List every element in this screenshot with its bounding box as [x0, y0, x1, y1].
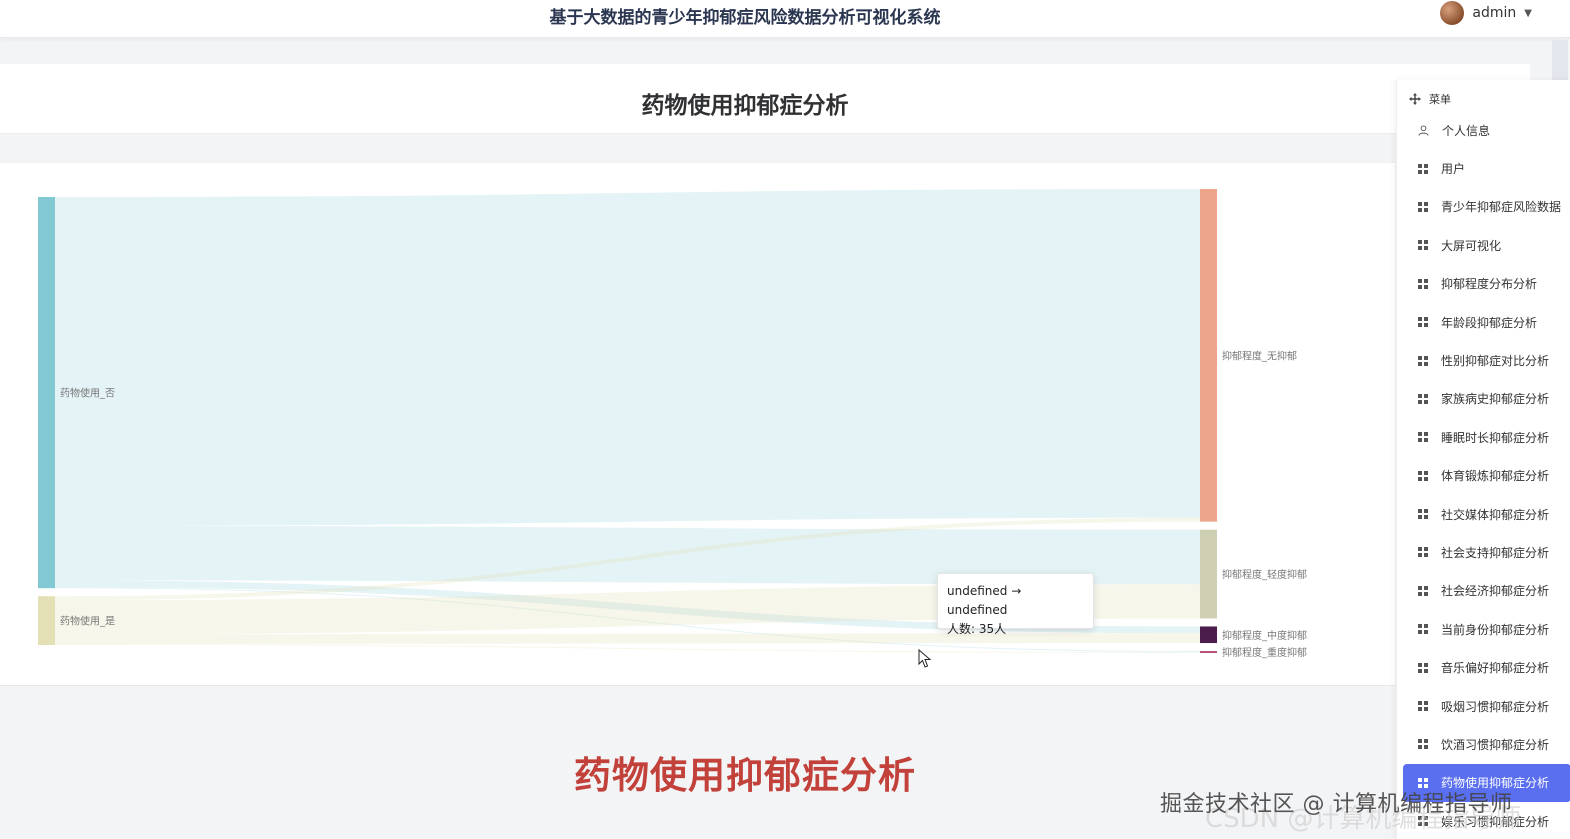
- sankey-node-1[interactable]: [38, 596, 55, 645]
- sidebar-item-label: 饮酒习惯抑郁症分析: [1441, 737, 1550, 752]
- grid-icon: [1418, 662, 1428, 673]
- avatar[interactable]: [1440, 1, 1465, 25]
- tooltip-flow: undefined → undefined: [947, 584, 1022, 617]
- sidebar-item-label: 个人信息: [1442, 123, 1491, 138]
- menu-header-label: 菜单: [1429, 93, 1451, 106]
- grid-icon: [1418, 393, 1428, 404]
- sidebar-item-label: 性别抑郁症对比分析: [1441, 354, 1550, 369]
- sankey-node-label: 抑郁程度_中度抑郁: [1222, 629, 1307, 642]
- chart-tooltip: undefined → undefined 人数: 35人: [937, 573, 1094, 636]
- sidebar-item-label: 睡眠时长抑郁症分析: [1441, 430, 1550, 445]
- sidebar-item-label: 吸烟习惯抑郁症分析: [1441, 699, 1550, 714]
- sankey-node-3[interactable]: [1200, 529, 1217, 619]
- sankey-link-0[interactable]: [55, 189, 1200, 526]
- user-icon: [1418, 125, 1429, 136]
- page-title: 药物使用抑郁症分析: [641, 93, 849, 119]
- grid-icon: [1418, 470, 1428, 481]
- scrollbar[interactable]: [1552, 40, 1568, 80]
- sankey-chart[interactable]: 药物使用_否药物使用_是 抑郁程度_无抑郁抑郁程度_轻度抑郁抑郁程度_中度抑郁抑郁…: [0, 163, 1395, 687]
- top-bar: 基于大数据的青少年抑郁症风险数据分析可视化系统 admin ▼: [0, 0, 1570, 38]
- grid-icon: [1418, 509, 1428, 520]
- sidebar-item-label: 音乐偏好抑郁症分析: [1441, 661, 1550, 676]
- sidebar-item-7[interactable]: 家族病史抑郁症分析: [1397, 380, 1570, 418]
- grid-icon: [1418, 701, 1428, 712]
- grid-icon: [1418, 163, 1428, 174]
- sidebar-item-label: 社会支持抑郁症分析: [1441, 545, 1550, 560]
- sidebar-item-label: 青少年抑郁症风险数据: [1441, 200, 1562, 215]
- caret-down-icon[interactable]: ▼: [1524, 8, 1532, 19]
- sankey-node-label: 抑郁程度_重度抑郁: [1222, 646, 1307, 659]
- sankey-node-2[interactable]: [1200, 189, 1217, 522]
- sankey-node-label: 药物使用_是: [60, 615, 115, 628]
- sankey-node-label: 抑郁程度_轻度抑郁: [1222, 568, 1307, 581]
- sidebar-item-label: 家族病史抑郁症分析: [1441, 392, 1550, 407]
- sankey-node-4[interactable]: [1200, 626, 1217, 644]
- mouse-cursor-icon: [918, 649, 932, 668]
- sankey-node-0[interactable]: [38, 197, 55, 589]
- sankey-node-5[interactable]: [1200, 651, 1217, 653]
- user-menu[interactable]: admin ▼: [1440, 1, 1532, 25]
- sidebar-item-8[interactable]: 睡眠时长抑郁症分析: [1397, 418, 1570, 456]
- sidebar-item-15[interactable]: 吸烟习惯抑郁症分析: [1397, 687, 1570, 725]
- sankey-node-label: 抑郁程度_无抑郁: [1222, 349, 1297, 362]
- sankey-node-label: 药物使用_否: [60, 387, 115, 400]
- sidebar-item-label: 抑郁程度分布分析: [1441, 277, 1538, 292]
- sidebar-item-label: 大屏可视化: [1441, 238, 1502, 253]
- grid-icon: [1418, 201, 1428, 212]
- sidebar-item-2[interactable]: 青少年抑郁症风险数据: [1397, 188, 1570, 226]
- move-icon: [1409, 93, 1421, 105]
- sidebar-item-1[interactable]: 用户: [1397, 149, 1570, 187]
- sidebar-item-label: 社交媒体抑郁症分析: [1441, 507, 1550, 522]
- sidebar-item-label: 年龄段抑郁症分析: [1441, 315, 1538, 330]
- username[interactable]: admin: [1472, 5, 1516, 21]
- grid-icon: [1418, 278, 1428, 289]
- video-caption: 药物使用抑郁症分析: [574, 754, 916, 797]
- sidebar-item-0[interactable]: 个人信息: [1397, 111, 1570, 149]
- sidebar-item-5[interactable]: 年龄段抑郁症分析: [1397, 303, 1570, 341]
- sidebar-item-13[interactable]: 当前身份抑郁症分析: [1397, 610, 1570, 648]
- grid-icon: [1418, 317, 1428, 328]
- sidebar-item-11[interactable]: 社会支持抑郁症分析: [1397, 533, 1570, 571]
- sidebar-item-4[interactable]: 抑郁程度分布分析: [1397, 265, 1570, 303]
- sidebar-item-label: 用户: [1441, 162, 1466, 177]
- grid-icon: [1418, 547, 1428, 558]
- sidebar-item-9[interactable]: 体育锻炼抑郁症分析: [1397, 457, 1570, 495]
- grid-icon: [1418, 240, 1428, 251]
- sidebar-item-16[interactable]: 饮酒习惯抑郁症分析: [1397, 725, 1570, 763]
- tooltip-value: 人数: 35人: [947, 622, 1007, 636]
- title-card: 药物使用抑郁症分析: [0, 64, 1530, 134]
- sidebar-item-6[interactable]: 性别抑郁症对比分析: [1397, 341, 1570, 379]
- sidebar-item-12[interactable]: 社会经济抑郁症分析: [1397, 572, 1570, 610]
- app-title: 基于大数据的青少年抑郁症风险数据分析可视化系统: [549, 8, 941, 28]
- grid-icon: [1418, 585, 1428, 596]
- grid-icon: [1418, 624, 1428, 635]
- menu-list: 个人信息用户青少年抑郁症风险数据 大屏可视化抑郁程度分布分析 年龄段抑郁症分析 性别抑…: [1397, 111, 1570, 839]
- sankey-link-7[interactable]: [55, 644, 1200, 653]
- sidebar-item-label: 体育锻炼抑郁症分析: [1441, 469, 1550, 484]
- sidebar-item-10[interactable]: 社交媒体抑郁症分析: [1397, 495, 1570, 533]
- sidebar-item-14[interactable]: 音乐偏好抑郁症分析: [1397, 648, 1570, 686]
- grid-icon: [1418, 739, 1428, 750]
- watermark: 掘金技术社区 @ 计算机编程指导师: [1160, 792, 1513, 817]
- sidebar-item-label: 当前身份抑郁症分析: [1441, 622, 1550, 637]
- chart-card: 药物使用_否 药物使用_是 抑郁程度_无抑郁 抑郁程度_轻度抑郁 抑郁程度_中度抑郁 抑郁…: [0, 162, 1395, 686]
- sidebar-item-3[interactable]: 大屏可视化: [1397, 226, 1570, 264]
- sidebar-menu: 菜单 个人信息用户青少年抑郁症风险数据 大屏可视化抑郁程度分布分析 年龄段抑郁症分析…: [1396, 80, 1570, 839]
- sidebar-item-label: 社会经济抑郁症分析: [1441, 584, 1550, 599]
- grid-icon: [1418, 355, 1428, 366]
- grid-icon: [1418, 432, 1428, 443]
